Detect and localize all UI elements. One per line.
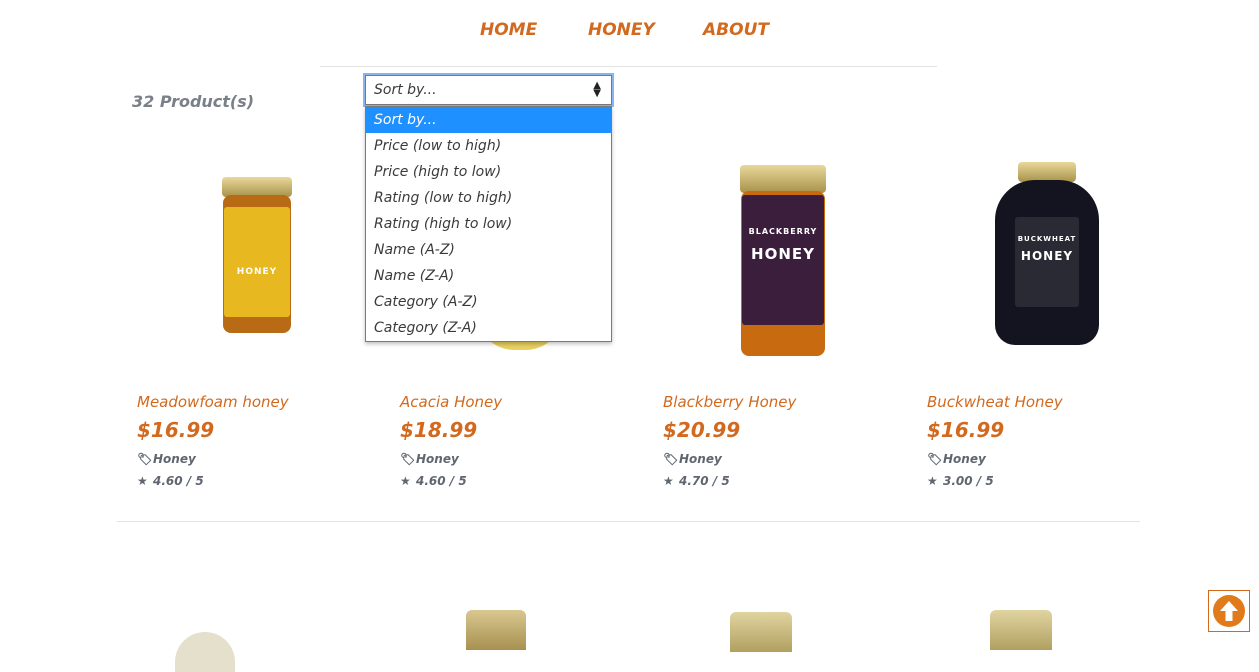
sort-option-name-asc[interactable]: Name (A-Z) [366, 237, 611, 263]
product-price: $20.99 [663, 418, 741, 442]
nav-honey-link[interactable]: HONEY [588, 20, 655, 40]
product-name-link[interactable]: Blackberry Honey [663, 393, 796, 411]
product-image[interactable]: HONEY [217, 177, 297, 337]
product-rating: ★ 4.60 / 5 [137, 474, 204, 488]
product-image[interactable] [990, 610, 1052, 650]
product-name-link[interactable]: Buckwheat Honey [927, 393, 1063, 411]
product-name-link[interactable]: Acacia Honey [400, 393, 502, 411]
tag-icon: 🏷 [927, 452, 943, 466]
product-price: $16.99 [137, 418, 215, 442]
product-card[interactable]: BLACKBERRY HONEY Blackberry Honey $20.99… [663, 140, 903, 500]
row-divider [117, 521, 1140, 522]
product-image[interactable]: BUCKWHEAT HONEY [992, 162, 1102, 347]
sort-option-name-desc[interactable]: Name (Z-A) [366, 263, 611, 289]
sort-option-rating-asc[interactable]: Rating (low to high) [366, 185, 611, 211]
product-category: 🏷Honey [927, 452, 986, 466]
product-image[interactable] [730, 612, 792, 652]
product-card[interactable]: BUCKWHEAT HONEY Buckwheat Honey $16.99 🏷… [927, 140, 1167, 500]
product-category: 🏷Honey [400, 452, 459, 466]
nav-home-link[interactable]: HOME [480, 20, 537, 40]
back-to-top-button[interactable] [1208, 590, 1250, 632]
nav-divider [320, 66, 937, 67]
star-icon: ★ [927, 474, 938, 488]
select-arrows-icon: ▲ ▼ [593, 80, 601, 99]
sort-option-category-desc[interactable]: Category (Z-A) [366, 315, 611, 341]
sort-dropdown: Sort by... Price (low to high) Price (hi… [365, 106, 612, 342]
product-category: 🏷Honey [663, 452, 722, 466]
product-price: $16.99 [927, 418, 1005, 442]
product-image[interactable] [466, 610, 526, 650]
sort-option-price-desc[interactable]: Price (high to low) [366, 159, 611, 185]
top-nav: HOME HONEY ABOUT [0, 0, 1259, 66]
star-icon: ★ [400, 474, 411, 488]
jar-label-brand: BUCKWHEAT [1017, 235, 1077, 243]
product-price: $18.99 [400, 418, 478, 442]
product-card[interactable]: HONEY Meadowfoam honey $16.99 🏷Honey ★ 4.… [137, 140, 377, 500]
sort-selected-value: Sort by... [374, 82, 437, 98]
nav-about-link[interactable]: ABOUT [703, 20, 769, 40]
star-icon: ★ [663, 474, 674, 488]
product-rating: ★ 3.00 / 5 [927, 474, 994, 488]
product-rating: ★ 4.60 / 5 [400, 474, 467, 488]
tag-icon: 🏷 [400, 452, 416, 466]
product-category: 🏷Honey [137, 452, 196, 466]
product-image[interactable]: BLACKBERRY HONEY [733, 165, 833, 360]
sort-option-rating-desc[interactable]: Rating (high to low) [366, 211, 611, 237]
sort-option-category-asc[interactable]: Category (A-Z) [366, 289, 611, 315]
star-icon: ★ [137, 474, 148, 488]
sort-option-default[interactable]: Sort by... [366, 107, 611, 133]
sort-select[interactable]: Sort by... ▲ ▼ [363, 73, 614, 107]
jar-label-brand: BLACKBERRY [748, 227, 818, 236]
arrow-up-circle-icon [1213, 595, 1245, 627]
product-rating: ★ 4.70 / 5 [663, 474, 730, 488]
tag-icon: 🏷 [663, 452, 679, 466]
product-count: 32 Product(s) [132, 92, 255, 111]
tag-icon: 🏷 [137, 452, 153, 466]
product-image[interactable] [175, 632, 235, 672]
sort-option-price-asc[interactable]: Price (low to high) [366, 133, 611, 159]
product-name-link[interactable]: Meadowfoam honey [137, 393, 289, 411]
